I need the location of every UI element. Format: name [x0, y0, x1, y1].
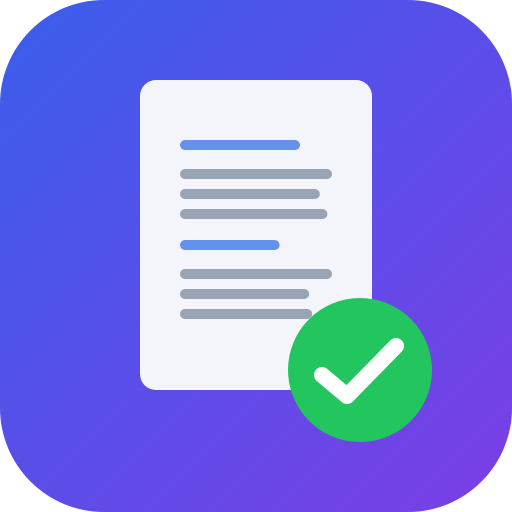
checkmark-badge-icon: [288, 298, 432, 442]
document-verified-app-icon[interactable]: [0, 0, 512, 512]
badge-circle: [288, 298, 432, 442]
document-text-line: [180, 209, 328, 219]
document-text-line: [180, 289, 310, 299]
document-heading-line: [180, 140, 300, 150]
document-text-line: [180, 269, 332, 279]
document-text-line: [180, 189, 320, 199]
document-text-line: [180, 169, 332, 179]
document-heading-line: [180, 240, 280, 250]
app-icon-artwork: [0, 0, 512, 512]
document-text-line: [180, 309, 313, 319]
